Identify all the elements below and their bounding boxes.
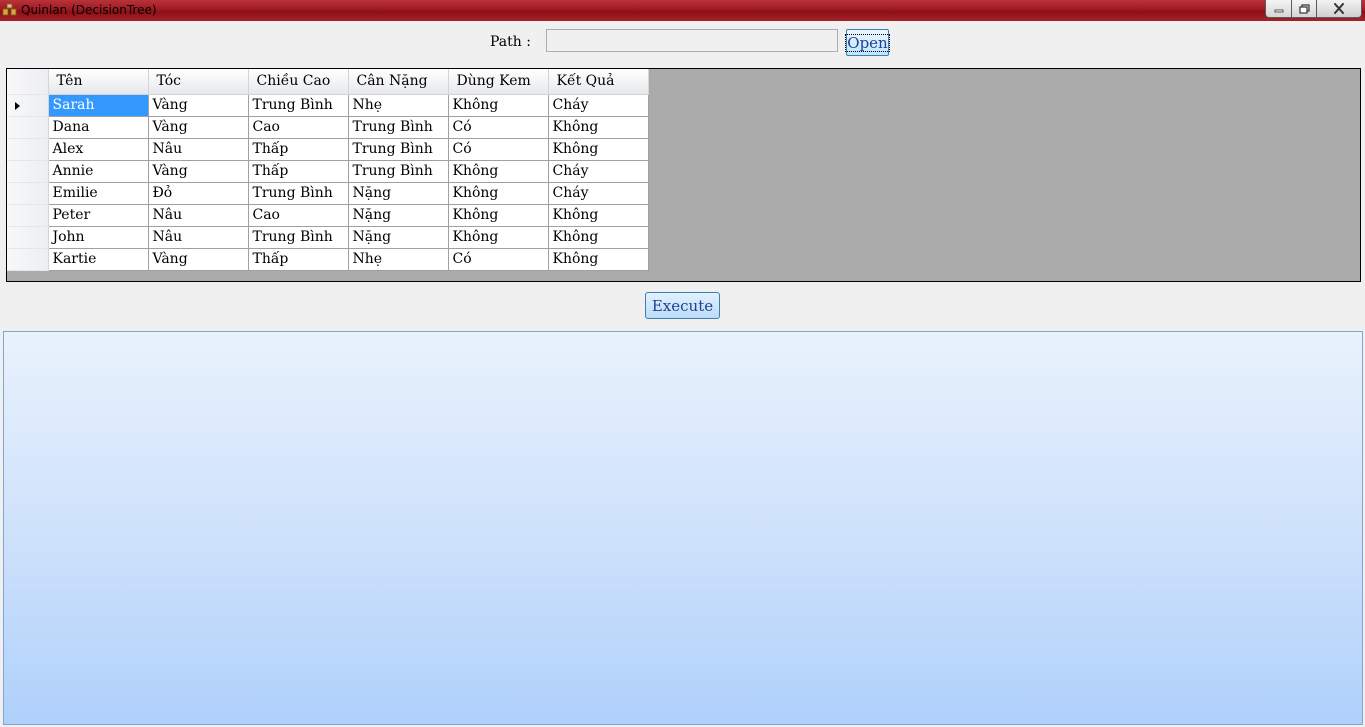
table-cell[interactable]: Không — [448, 226, 549, 249]
table-cell[interactable]: Nặng — [348, 204, 449, 227]
table-cell[interactable]: Không — [448, 94, 549, 117]
table-cell[interactable]: Vàng — [148, 248, 249, 271]
table-cell[interactable]: Peter — [48, 204, 149, 227]
table-row[interactable]: Alex Nâu Thấp Trung Bình Có Không — [7, 138, 649, 161]
table-cell[interactable]: Dana — [48, 116, 149, 139]
table-row[interactable]: Dana Vàng Cao Trung Bình Có Không — [7, 116, 649, 139]
title-bar[interactable]: Quinlan (DecisionTree) — [0, 0, 1365, 21]
table-cell[interactable]: Cháy — [548, 94, 649, 117]
table-cell[interactable]: Thấp — [248, 248, 349, 271]
table-cell[interactable]: Thấp — [248, 160, 349, 183]
table-cell[interactable]: Vàng — [148, 116, 249, 139]
table-row[interactable]: Kartie Vàng Thấp Nhẹ Có Không — [7, 248, 649, 271]
column-header-height[interactable]: Chiều Cao — [248, 69, 349, 95]
table-cell[interactable]: Không — [548, 138, 649, 161]
row-header[interactable] — [7, 94, 49, 117]
path-label: Path : — [490, 34, 531, 50]
table-row[interactable]: Sarah Vàng Trung Bình Nhẹ Không Cháy — [7, 94, 649, 117]
data-table: Tên Tóc Chiều Cao Cân Nặng Dùng Kem Kết … — [7, 69, 649, 271]
close-icon — [1334, 3, 1344, 14]
table-cell[interactable]: Trung Bình — [348, 116, 449, 139]
table-cell[interactable]: Nâu — [148, 226, 249, 249]
table-cell[interactable]: Thấp — [248, 138, 349, 161]
table-cell[interactable]: Không — [548, 226, 649, 249]
table-cell[interactable]: Không — [448, 182, 549, 205]
minimize-button[interactable] — [1265, 0, 1292, 18]
maximize-button[interactable] — [1292, 0, 1317, 18]
row-header[interactable] — [7, 248, 49, 271]
row-header[interactable] — [7, 138, 49, 161]
table-cell[interactable]: Có — [448, 248, 549, 271]
current-row-arrow-icon — [15, 101, 20, 110]
close-button[interactable] — [1317, 0, 1362, 18]
table-cell[interactable]: Không — [548, 248, 649, 271]
table-cell[interactable]: Emilie — [48, 182, 149, 205]
open-button[interactable]: Open — [845, 29, 890, 56]
table-cell[interactable]: Nặng — [348, 226, 449, 249]
table-cell[interactable]: Vàng — [148, 94, 249, 117]
row-header[interactable] — [7, 204, 49, 227]
table-cell[interactable]: Kartie — [48, 248, 149, 271]
table-cell[interactable]: Alex — [48, 138, 149, 161]
column-header-weight[interactable]: Cân Nặng — [348, 69, 449, 95]
table-cell[interactable]: Trung Bình — [348, 160, 449, 183]
table-row[interactable]: Annie Vàng Thấp Trung Bình Không Cháy — [7, 160, 649, 183]
path-input[interactable] — [546, 29, 838, 52]
table-cell[interactable]: Cháy — [548, 160, 649, 183]
table-cell[interactable]: Đỏ — [148, 182, 249, 205]
table-cell[interactable]: Có — [448, 116, 549, 139]
table-cell[interactable]: Nặng — [348, 182, 449, 205]
table-cell[interactable]: Nhẹ — [348, 248, 449, 271]
header-row: Tên Tóc Chiều Cao Cân Nặng Dùng Kem Kết … — [7, 69, 649, 95]
table-row[interactable]: Peter Nâu Cao Nặng Không Không — [7, 204, 649, 227]
table-cell[interactable]: Nhẹ — [348, 94, 449, 117]
table-cell[interactable]: Có — [448, 138, 549, 161]
table-row[interactable]: Emilie Đỏ Trung Bình Nặng Không Cháy — [7, 182, 649, 205]
table-cell[interactable]: Không — [448, 160, 549, 183]
output-panel[interactable] — [3, 331, 1363, 725]
data-grid[interactable]: Tên Tóc Chiều Cao Cân Nặng Dùng Kem Kết … — [6, 68, 1361, 282]
row-header[interactable] — [7, 226, 49, 249]
window-controls — [1265, 0, 1362, 19]
execute-button[interactable]: Execute — [645, 292, 720, 319]
table-cell[interactable]: Cao — [248, 204, 349, 227]
open-button-label: Open — [845, 33, 890, 52]
column-header-hair[interactable]: Tóc — [148, 69, 249, 95]
table-cell[interactable]: Không — [448, 204, 549, 227]
corner-header[interactable] — [7, 69, 49, 95]
minimize-icon — [1274, 9, 1283, 12]
row-header[interactable] — [7, 160, 49, 183]
table-cell[interactable]: Sarah — [48, 94, 149, 117]
table-cell[interactable]: John — [48, 226, 149, 249]
table-cell[interactable]: Cháy — [548, 182, 649, 205]
window-title: Quinlan (DecisionTree) — [21, 3, 157, 17]
table-cell[interactable]: Trung Bình — [248, 226, 349, 249]
table-cell[interactable]: Không — [548, 116, 649, 139]
table-cell[interactable]: Vàng — [148, 160, 249, 183]
table-cell[interactable]: Cao — [248, 116, 349, 139]
table-cell[interactable]: Trung Bình — [248, 94, 349, 117]
restore-icon — [1298, 3, 1310, 14]
row-header[interactable] — [7, 116, 49, 139]
app-icon — [2, 3, 17, 16]
column-header-lotion[interactable]: Dùng Kem — [448, 69, 549, 95]
column-header-result[interactable]: Kết Quả — [548, 69, 649, 95]
table-cell[interactable]: Trung Bình — [248, 182, 349, 205]
row-header[interactable] — [7, 182, 49, 205]
table-cell[interactable]: Nâu — [148, 138, 249, 161]
table-cell[interactable]: Annie — [48, 160, 149, 183]
column-header-name[interactable]: Tên — [48, 69, 149, 95]
table-row[interactable]: John Nâu Trung Bình Nặng Không Không — [7, 226, 649, 249]
table-cell[interactable]: Nâu — [148, 204, 249, 227]
table-cell[interactable]: Không — [548, 204, 649, 227]
table-cell[interactable]: Trung Bình — [348, 138, 449, 161]
